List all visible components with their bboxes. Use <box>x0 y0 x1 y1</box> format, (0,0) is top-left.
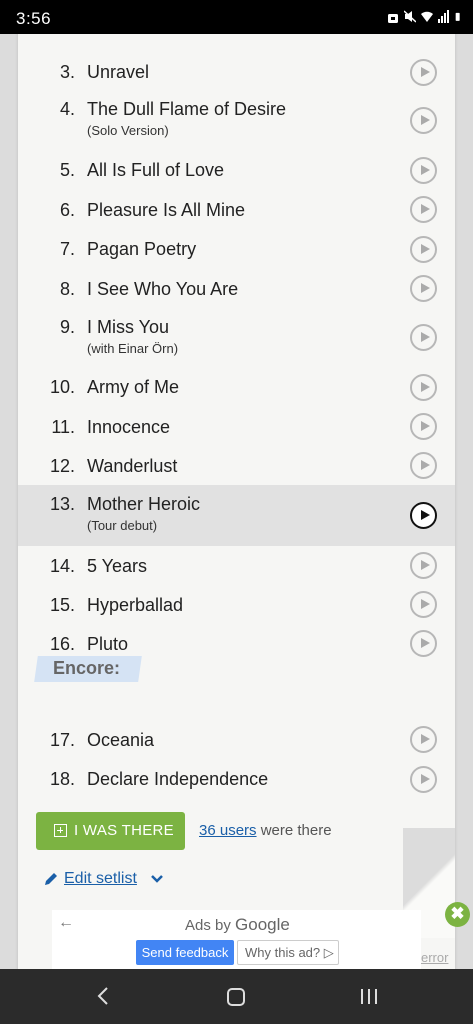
play-icon[interactable] <box>410 413 437 440</box>
back-arrow-icon[interactable]: ← <box>58 914 74 932</box>
send-feedback-button[interactable]: Send feedback <box>136 940 234 965</box>
song-number: 17. <box>49 730 75 750</box>
setlist-paper: 3. Unravel 4. The Dull Flame of Desire (Solo… <box>18 34 455 969</box>
song-row[interactable]: 18. Declare Independence <box>18 759 455 799</box>
play-icon[interactable] <box>410 591 437 618</box>
play-icon[interactable] <box>410 452 437 479</box>
song-number: 7. <box>59 239 75 259</box>
attendance-text: 36 users were there <box>199 822 332 839</box>
song-title[interactable]: 5 Years <box>87 556 147 577</box>
play-icon[interactable] <box>410 766 437 793</box>
song-title[interactable]: I See Who You Are <box>87 279 238 300</box>
song-title[interactable]: Hyperballad <box>87 595 183 616</box>
chevron-down-icon[interactable] <box>150 872 164 886</box>
status-icons <box>387 10 463 23</box>
song-title[interactable]: The Dull Flame of Desire <box>87 99 286 120</box>
song-number: 14. <box>49 556 75 576</box>
song-number: 11. <box>51 417 75 437</box>
song-row[interactable]: 3. Unravel <box>18 54 455 90</box>
song-number: 3. <box>59 62 75 82</box>
song-row[interactable]: 15. Hyperballad <box>18 585 455 624</box>
play-icon[interactable] <box>410 236 437 263</box>
song-row[interactable]: 17. Oceania <box>18 720 455 759</box>
song-number: 15. <box>49 595 75 615</box>
play-icon[interactable] <box>410 374 437 401</box>
play-icon[interactable] <box>410 275 437 302</box>
edit-setlist-label: Edit setlist <box>64 870 137 887</box>
song-number: 6. <box>59 200 75 220</box>
play-icon[interactable] <box>410 552 437 579</box>
lock-icon <box>388 14 398 23</box>
song-row[interactable]: 9. I Miss You (with Einar Örn) <box>18 308 455 367</box>
song-row[interactable]: 6. Pleasure Is All Mine <box>18 190 455 229</box>
status-bar: 3:56 <box>0 0 473 34</box>
song-row[interactable]: 12. Wanderlust <box>18 446 455 485</box>
song-row[interactable]: 5. All Is Full of Love <box>18 150 455 190</box>
song-row[interactable]: 4. The Dull Flame of Desire (Solo Version) <box>18 90 455 150</box>
nav-recent-apps-icon[interactable] <box>360 988 378 1005</box>
song-row[interactable]: 10. Army of Me <box>18 367 455 407</box>
play-icon[interactable] <box>410 502 437 529</box>
song-row[interactable]: 14. 5 Years <box>18 546 455 585</box>
ad-banner: ← Ads by Google Send feedback Why this a… <box>52 910 421 969</box>
song-title[interactable]: Unravel <box>87 62 149 83</box>
song-title[interactable]: Innocence <box>87 417 170 438</box>
ads-by-label: Ads by <box>185 917 236 934</box>
song-row[interactable]: 8. I See Who You Are <box>18 269 455 308</box>
song-title[interactable]: Declare Independence <box>87 769 268 790</box>
pencil-icon <box>45 873 57 885</box>
users-link[interactable]: 36 users <box>199 822 257 839</box>
play-icon[interactable] <box>410 630 437 657</box>
song-title[interactable]: Pluto <box>87 634 128 655</box>
song-row[interactable]: 7. Pagan Poetry <box>18 229 455 269</box>
encore-label: Encore: <box>53 658 121 678</box>
song-number: 16. <box>49 634 75 654</box>
play-icon[interactable] <box>410 726 437 753</box>
play-icon[interactable] <box>410 324 437 351</box>
report-error-link[interactable]: error <box>421 950 448 965</box>
song-number: 12. <box>49 456 75 476</box>
mute-icon <box>404 10 416 23</box>
song-row[interactable]: 13. Mother Heroic (Tour debut) <box>18 485 455 546</box>
song-note: (Solo Version) <box>87 123 169 138</box>
nav-home-icon[interactable] <box>227 988 245 1006</box>
plus-box-icon <box>54 824 67 837</box>
song-title[interactable]: Mother Heroic <box>87 494 200 515</box>
song-title[interactable]: I Miss You <box>87 317 169 338</box>
song-note: (with Einar Örn) <box>87 341 179 356</box>
song-title[interactable]: Wanderlust <box>87 456 177 477</box>
song-number: 10. <box>49 377 75 397</box>
nav-back-icon[interactable] <box>96 986 110 1006</box>
google-logo: Google <box>235 915 290 934</box>
song-number: 18. <box>49 769 75 789</box>
wifi-icon <box>421 11 433 22</box>
users-suffix: were there <box>256 822 332 839</box>
song-title[interactable]: Oceania <box>87 730 154 751</box>
signal-icon <box>438 10 449 23</box>
song-number: 4. <box>59 99 75 119</box>
song-title[interactable]: Pleasure Is All Mine <box>87 200 245 221</box>
play-icon[interactable] <box>410 107 437 134</box>
song-number: 13. <box>49 494 75 514</box>
song-row[interactable]: 11. Innocence <box>18 407 455 446</box>
song-number: 9. <box>59 317 75 337</box>
android-nav-bar <box>0 969 473 1024</box>
song-title[interactable]: Army of Me <box>87 377 179 398</box>
play-icon[interactable] <box>410 196 437 223</box>
why-this-ad-button[interactable]: Why this ad? ▷ <box>237 940 339 965</box>
play-icon[interactable] <box>410 59 437 86</box>
i-was-there-button[interactable]: I WAS THERE <box>36 812 185 850</box>
play-icon[interactable] <box>410 157 437 184</box>
i-was-there-label: I WAS THERE <box>74 822 174 839</box>
setlist-page: 3. Unravel 4. The Dull Flame of Desire (Solo… <box>0 34 473 969</box>
battery-icon <box>455 12 460 21</box>
song-title[interactable]: Pagan Poetry <box>87 239 196 260</box>
song-note: (Tour debut) <box>87 518 158 533</box>
song-number: 8. <box>59 279 75 299</box>
song-title[interactable]: All Is Full of Love <box>87 160 224 181</box>
song-number: 5. <box>59 160 75 180</box>
ads-by-google: Ads by Google <box>185 915 290 935</box>
close-ad-icon[interactable]: ✖ <box>445 902 470 927</box>
clock: 3:56 <box>16 9 52 28</box>
